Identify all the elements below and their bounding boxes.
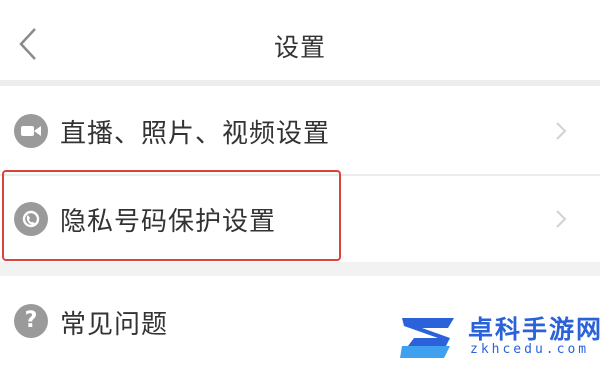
page-title: 设置	[273, 33, 326, 62]
watermark: 卓科手游网 zkhcedu.com	[398, 308, 600, 366]
settings-group: 直播、照片、视频设置 隐私号码保护设置	[0, 86, 600, 262]
row-live-photo-video-settings[interactable]: 直播、照片、视频设置	[0, 86, 600, 176]
chevron-right-icon	[556, 122, 567, 140]
row-label: 直播、照片、视频设置	[60, 118, 331, 149]
row-label: 常见问题	[60, 309, 169, 340]
watermark-logo	[400, 318, 454, 358]
row-privacy-number-protection[interactable]: 隐私号码保护设置	[0, 176, 600, 262]
nav-header: 设置	[0, 0, 600, 80]
chevron-right-icon	[556, 210, 567, 228]
question-icon: ?	[14, 304, 48, 338]
watermark-title: 卓科手游网	[468, 315, 600, 344]
video-camera-icon	[14, 114, 48, 148]
shield-icon	[14, 202, 48, 236]
row-label: 隐私号码保护设置	[60, 206, 277, 237]
watermark-url: zkhcedu.com	[470, 342, 590, 357]
